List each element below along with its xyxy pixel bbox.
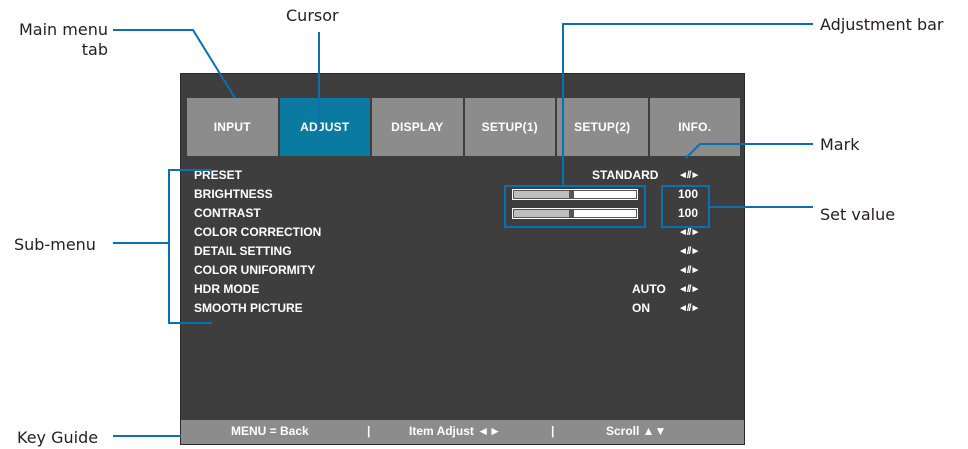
menu-item-label: CONTRAST <box>194 206 261 220</box>
tab-setup-1-label: SETUP(1) <box>481 120 538 134</box>
menu-item-label: SMOOTH PICTURE <box>194 301 303 315</box>
tab-adjust[interactable]: ADJUST <box>279 98 370 156</box>
menu-item-smooth-picture[interactable]: SMOOTH PICTURE ON ◄//► <box>194 299 714 318</box>
tab-setup-1[interactable]: SETUP(1) <box>464 98 555 156</box>
key-guide-scroll: Scroll ▲▼ <box>606 424 667 438</box>
tab-setup-2[interactable]: SETUP(2) <box>557 98 648 156</box>
main-menu-tabs: INPUT ADJUST DISPLAY SETUP(1) SETUP(2) I… <box>187 98 740 156</box>
menu-item-label: COLOR UNIFORMITY <box>194 263 316 277</box>
menu-item-label: PRESET <box>194 168 243 182</box>
contrast-adjustment-bar[interactable] <box>512 208 638 219</box>
brightness-adjustment-bar[interactable] <box>512 189 638 200</box>
tab-info-label: INFO. <box>678 120 712 134</box>
tab-display-label: DISPLAY <box>391 120 444 134</box>
bar-rest <box>574 210 636 217</box>
key-guide-item-adjust: Item Adjust ◄► <box>409 424 501 438</box>
mark-icon: ◄//► <box>678 265 700 276</box>
contrast-set-value: 100 <box>678 206 699 220</box>
menu-item-label: COLOR CORRECTION <box>194 225 322 239</box>
tab-input-label: INPUT <box>213 120 251 134</box>
preset-value: STANDARD <box>592 168 659 182</box>
key-guide-separator: | <box>551 424 555 438</box>
key-guide-separator: | <box>367 424 371 438</box>
smooth-picture-value: ON <box>632 301 650 315</box>
menu-item-detail-setting[interactable]: DETAIL SETTING ◄//► <box>194 242 714 261</box>
callout-sub-menu: Sub-menu <box>14 235 96 254</box>
menu-item-preset[interactable]: PRESET STANDARD ◄//► <box>194 166 714 185</box>
osd-menu-window: INPUT ADJUST DISPLAY SETUP(1) SETUP(2) I… <box>180 73 745 445</box>
menu-item-brightness[interactable]: BRIGHTNESS 100 <box>194 185 714 204</box>
callout-cursor: Cursor <box>286 6 339 25</box>
menu-item-contrast[interactable]: CONTRAST 100 <box>194 204 714 223</box>
tab-info[interactable]: INFO. <box>649 98 740 156</box>
mark-icon: ◄//► <box>678 227 700 238</box>
callout-main-menu-tab-line1: Main menu <box>19 20 108 39</box>
tab-display[interactable]: DISPLAY <box>372 98 463 156</box>
key-guide-bar: MENU = Back | Item Adjust ◄► | Scroll ▲▼ <box>181 420 744 444</box>
callout-main-menu-tab: Main menu tab <box>0 20 108 60</box>
callout-set-value: Set value <box>820 205 896 224</box>
bar-fill <box>514 210 569 217</box>
tab-input[interactable]: INPUT <box>187 98 278 156</box>
menu-item-label: HDR MODE <box>194 282 260 296</box>
mark-icon: ◄//► <box>678 303 700 314</box>
callout-main-menu-tab-line2: tab <box>81 40 108 59</box>
brightness-set-value: 100 <box>678 187 699 201</box>
callout-mark: Mark <box>820 135 860 154</box>
mark-icon: ◄//► <box>678 246 700 257</box>
callout-adjustment-bar: Adjustment bar <box>820 15 944 34</box>
tab-adjust-label: ADJUST <box>300 120 350 134</box>
bar-rest <box>574 191 636 198</box>
hdr-mode-value: AUTO <box>632 282 666 296</box>
menu-item-label: DETAIL SETTING <box>194 244 292 258</box>
mark-icon: ◄//► <box>678 170 700 181</box>
mark-icon: ◄//► <box>678 284 700 295</box>
menu-item-label: BRIGHTNESS <box>194 187 273 201</box>
key-guide-back: MENU = Back <box>231 424 309 438</box>
tab-setup-2-label: SETUP(2) <box>574 120 631 134</box>
bar-fill <box>514 191 569 198</box>
menu-item-color-correction[interactable]: COLOR CORRECTION ◄//► <box>194 223 714 242</box>
callout-key-guide: Key Guide <box>17 428 99 447</box>
menu-item-hdr-mode[interactable]: HDR MODE AUTO ◄//► <box>194 280 714 299</box>
menu-item-color-uniformity[interactable]: COLOR UNIFORMITY ◄//► <box>194 261 714 280</box>
